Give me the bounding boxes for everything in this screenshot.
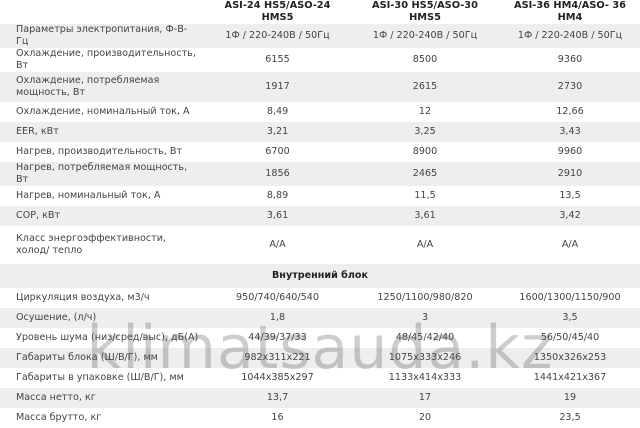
row-value: 56/50/45/40 xyxy=(540,332,600,343)
table-row: Охлаждение, номинальный ток, А 8,49 12 1… xyxy=(0,102,640,122)
row-value: 3,61 xyxy=(350,206,500,226)
row-label: Габариты в упаковке (Ш/В/Г), мм xyxy=(16,372,184,383)
row-value: 48/45/42/40 xyxy=(395,332,455,343)
row-value: A/A xyxy=(416,239,434,250)
row-value: 1044х385х297 xyxy=(241,372,314,383)
row-label: Нагрев, номинальный ток, А xyxy=(16,190,161,201)
header-label-cell xyxy=(0,0,205,24)
row-label: Масса нетто, кг xyxy=(0,388,205,408)
header-model-2: ASI-30 HS5/ASO-30 HMS5 xyxy=(372,0,478,23)
table-row: EER, кВт 3,21 3,25 3,43 xyxy=(0,122,640,142)
row-value: 982х311х221 xyxy=(205,348,350,368)
row-value: 17 xyxy=(350,388,500,408)
section-title: Внутренний блок xyxy=(0,264,640,288)
row-value: 1075х333х246 xyxy=(350,348,500,368)
row-value: 3,25 xyxy=(350,122,500,142)
row-value: 2910 xyxy=(500,162,640,186)
row-value: 9360 xyxy=(557,54,583,65)
row-value: 11,5 xyxy=(414,190,436,201)
row-value: 3,43 xyxy=(500,122,640,142)
table-row: Габариты блока (Ш/В/Г), мм 982х311х221 1… xyxy=(0,348,640,368)
row-value: 20 xyxy=(418,412,432,423)
row-label: Нагрев, производительность, Вт xyxy=(16,146,183,157)
row-value: 1Ф / 220-240В / 50Гц xyxy=(350,24,500,48)
section-header-row: Внутренний блок xyxy=(0,264,640,288)
table-row: COP, кВт 3,61 3,61 3,42 xyxy=(0,206,640,226)
row-label: Уровень шума (низ/сред/выс), дБ(А) xyxy=(16,332,199,343)
row-label: Масса брутто, кг xyxy=(16,412,102,423)
table-row: Нагрев, потребляемая мощность, Вт 1856 2… xyxy=(0,162,640,186)
header-row: ASI-24 HS5/ASO-24 HMS5 ASI-30 HS5/ASO-30… xyxy=(0,0,640,24)
spec-table: ASI-24 HS5/ASO-24 HMS5 ASI-30 HS5/ASO-30… xyxy=(0,0,640,428)
row-value: 8,89 xyxy=(266,190,289,201)
row-label: Параметры электропитания, Ф-В-Гц xyxy=(0,24,205,48)
row-value: 1600/1300/1150/900 xyxy=(519,292,621,303)
row-value: 1250/1100/980/820 xyxy=(377,292,473,303)
row-value: 8900 xyxy=(412,146,438,157)
row-value: 3,21 xyxy=(205,122,350,142)
row-value: 6155 xyxy=(265,54,290,65)
row-value: 6700 xyxy=(265,146,290,157)
row-value: 13,7 xyxy=(205,388,350,408)
row-value: 12 xyxy=(418,106,432,117)
table-row: Уровень шума (низ/сред/выс), дБ(А) 44/39… xyxy=(0,328,640,348)
row-value: 19 xyxy=(500,388,640,408)
table-row: Параметры электропитания, Ф-В-Гц 1Ф / 22… xyxy=(0,24,640,48)
row-value: 12,66 xyxy=(556,106,584,117)
row-value: 13,5 xyxy=(559,190,581,201)
row-value: 9960 xyxy=(557,146,583,157)
row-label: Охлаждение, потребляемая мощность, Вт xyxy=(0,72,205,102)
row-value: 8,49 xyxy=(266,106,289,117)
table-row: Охлаждение, потребляемая мощность, Вт 19… xyxy=(0,72,640,102)
table-row: Нагрев, номинальный ток, А 8,89 11,5 13,… xyxy=(0,186,640,206)
row-value: 3,5 xyxy=(500,308,640,328)
table-row: Осушение, (л/ч) 1,8 3 3,5 xyxy=(0,308,640,328)
row-value: 1Ф / 220-240В / 50Гц xyxy=(500,24,640,48)
row-value: 16 xyxy=(271,412,284,423)
table-row: Циркуляция воздуха, м3/ч 950/740/640/540… xyxy=(0,288,640,308)
row-value: 3 xyxy=(350,308,500,328)
row-value: 44/39/37/33 xyxy=(248,332,307,343)
table-row: Масса нетто, кг 13,7 17 19 xyxy=(0,388,640,408)
row-value: 1133х414х333 xyxy=(388,372,462,383)
row-value: 2730 xyxy=(500,72,640,102)
header-model-3: ASI-36 HM4/ASO- 36 HM4 xyxy=(514,0,626,23)
row-label: Циркуляция воздуха, м3/ч xyxy=(16,292,150,303)
row-value: 1,8 xyxy=(205,308,350,328)
row-value: 23,5 xyxy=(559,412,581,423)
table-row: Нагрев, производительность, Вт 6700 8900… xyxy=(0,142,640,162)
row-label: COP, кВт xyxy=(0,206,205,226)
row-value: 1917 xyxy=(205,72,350,102)
header-model-1: ASI-24 HS5/ASO-24 HMS5 xyxy=(224,0,331,23)
row-value: 1Ф / 220-240В / 50Гц xyxy=(205,24,350,48)
row-value: 3,42 xyxy=(500,206,640,226)
table-row: Класс энергоэффективности, холод/ тепло … xyxy=(0,226,640,264)
table-row: Масса брутто, кг 16 20 23,5 xyxy=(0,408,640,428)
row-label: Охлаждение, номинальный ток, А xyxy=(16,106,190,117)
row-value: 1856 xyxy=(205,162,350,186)
row-label: Нагрев, потребляемая мощность, Вт xyxy=(0,162,205,186)
row-label: EER, кВт xyxy=(0,122,205,142)
table-row: Габариты в упаковке (Ш/В/Г), мм 1044х385… xyxy=(0,368,640,388)
row-label: Класс энергоэффективности, холод/ тепло xyxy=(16,233,166,256)
row-value: 2465 xyxy=(350,162,500,186)
row-label: Охлаждение, производительность, Вт xyxy=(16,48,196,71)
row-value: 950/740/640/540 xyxy=(236,292,319,303)
row-value: A/A xyxy=(269,239,286,250)
row-label: Осушение, (л/ч) xyxy=(0,308,205,328)
row-value: 1350х326х253 xyxy=(500,348,640,368)
table-row: Охлаждение, производительность, Вт 6155 … xyxy=(0,48,640,72)
row-value: A/A xyxy=(561,239,579,250)
row-value: 1441х421х367 xyxy=(533,372,607,383)
row-value: 2615 xyxy=(350,72,500,102)
spec-page: ASI-24 HS5/ASO-24 HMS5 ASI-30 HS5/ASO-30… xyxy=(0,0,640,423)
row-value: 8500 xyxy=(412,54,438,65)
row-label: Габариты блока (Ш/В/Г), мм xyxy=(0,348,205,368)
row-value: 3,61 xyxy=(205,206,350,226)
